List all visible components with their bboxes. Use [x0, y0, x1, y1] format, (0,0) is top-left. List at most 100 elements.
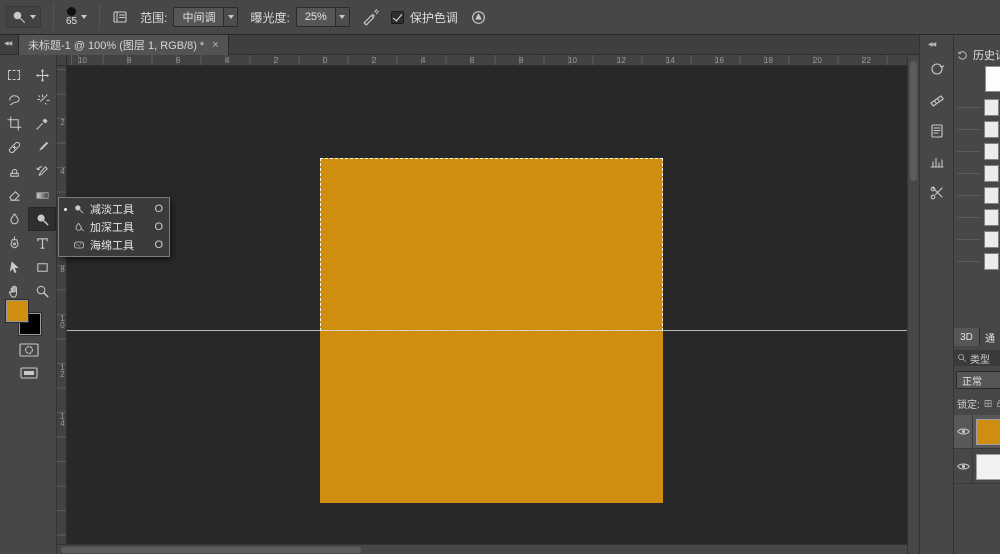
pen-tool[interactable]: [0, 231, 28, 255]
horizontal-scrollbar[interactable]: [57, 544, 907, 554]
vertical-scrollbar-thumb[interactable]: [910, 61, 917, 181]
ruler-label: 2: [372, 56, 377, 65]
screen-mode-icon[interactable]: [19, 367, 38, 379]
right-dock-collapse-button[interactable]: ◀◀: [928, 41, 936, 48]
clone-stamp-tool[interactable]: [0, 159, 28, 183]
tab-3d[interactable]: 3D: [954, 328, 980, 346]
ruler-label: 12: [617, 56, 626, 65]
flyout-item-sponge[interactable]: 海绵工具 O: [59, 236, 169, 254]
brush-icon: [38, 141, 48, 151]
brush-tool[interactable]: [28, 135, 56, 159]
document-title: 未标题-1 @ 100% (图层 1, RGB/8) *: [28, 40, 205, 52]
flyout-item-label: 海绵工具: [90, 240, 134, 252]
pressure-size-icon[interactable]: [470, 9, 487, 26]
layer-thumbnail[interactable]: [976, 418, 1000, 445]
close-tab-button[interactable]: ×: [212, 39, 218, 51]
history-panel-header[interactable]: 历史记录: [957, 47, 1000, 63]
eraser-tool[interactable]: [0, 183, 28, 207]
flyout-item-burn[interactable]: 加深工具 O: [59, 218, 169, 236]
history-state-row[interactable]: [954, 163, 1000, 185]
layer-visibility-toggle[interactable]: [954, 415, 974, 448]
left-dock-collapse-button[interactable]: ◀◀: [4, 40, 12, 47]
layer-row-2[interactable]: [954, 450, 1000, 484]
type-tool[interactable]: [28, 231, 56, 255]
lock-all-icon[interactable]: [996, 399, 1000, 408]
shape-tool[interactable]: [28, 255, 56, 279]
measure-panel-button[interactable]: [925, 90, 949, 110]
ruler-label: 8: [127, 56, 132, 65]
flyout-item-label: 减淡工具: [90, 204, 134, 216]
layer-visibility-toggle[interactable]: [954, 450, 974, 483]
dodge-tool-icon: [13, 11, 26, 24]
magic-wand-icon: [36, 93, 50, 105]
history-snapshot-thumbnail[interactable]: [985, 66, 1000, 92]
history-state-row[interactable]: [954, 207, 1000, 229]
blend-mode-dropdown[interactable]: 正常: [956, 371, 1000, 389]
horizontal-ruler: 10 8 6 4 2 0 2 4 6 8 10 12 14 16 18 20 22: [67, 55, 907, 66]
ruler-label: 10: [58, 314, 67, 328]
ruler-label: 20: [813, 56, 822, 65]
toggle-brush-panel-icon[interactable]: [112, 9, 128, 25]
eyedropper-icon: [35, 117, 48, 130]
path-selection-tool[interactable]: [0, 255, 28, 279]
brush-preset-picker[interactable]: 65: [66, 7, 88, 27]
flyout-item-dodge[interactable]: 减淡工具 O: [59, 200, 169, 218]
ruler-label: 14: [666, 56, 675, 65]
crop-tool[interactable]: [0, 111, 28, 135]
scissors-icon: [930, 186, 943, 200]
history-state-row[interactable]: [954, 185, 1000, 207]
range-label: 范围:: [140, 10, 168, 25]
dodge-tool[interactable]: [28, 207, 56, 231]
history-state-row[interactable]: [954, 251, 1000, 273]
ruler-label: 18: [764, 56, 773, 65]
range-value: 中间调: [182, 12, 216, 24]
ruler-label: 10: [78, 56, 87, 65]
layer-filter-row[interactable]: 类型: [954, 350, 1000, 366]
horizontal-scrollbar-thumb[interactable]: [61, 547, 361, 553]
slice-panel-button[interactable]: [925, 183, 949, 203]
color-swatches: [6, 300, 50, 340]
vertical-scrollbar[interactable]: [907, 55, 919, 554]
chevron-down-icon: [81, 15, 88, 19]
lasso-icon: [8, 94, 20, 105]
range-dropdown[interactable]: 中间调: [173, 7, 239, 27]
history-state-row[interactable]: [954, 229, 1000, 251]
tab-channels[interactable]: 通: [980, 328, 1000, 346]
notes-panel-button[interactable]: [925, 121, 949, 141]
history-brush-tool[interactable]: [28, 159, 56, 183]
canvas-workspace[interactable]: [67, 66, 907, 544]
separator: [53, 4, 54, 30]
protect-tones-checkbox[interactable]: [390, 10, 404, 24]
quick-mask-icon[interactable]: [18, 343, 39, 357]
brush-preview: 65: [66, 7, 77, 27]
rectangular-marquee-tool[interactable]: [0, 63, 28, 87]
tool-preset-picker[interactable]: [6, 6, 41, 28]
gradient-tool[interactable]: [28, 183, 56, 207]
eye-icon: [956, 428, 970, 435]
healing-brush-tool[interactable]: [0, 135, 28, 159]
layer-row-1[interactable]: [954, 415, 1000, 449]
history-brush-icon: [35, 165, 48, 176]
lock-transparency-icon[interactable]: [984, 399, 992, 408]
exposure-dropdown[interactable]: 25%: [295, 7, 350, 27]
rotate-view-panel-button[interactable]: [925, 59, 949, 79]
history-state-row[interactable]: [954, 119, 1000, 141]
document-tab[interactable]: 未标题-1 @ 100% (图层 1, RGB/8) * ×: [18, 35, 229, 55]
blur-tool[interactable]: [0, 207, 28, 231]
vertical-ruler: 2468101214: [57, 66, 67, 544]
airbrush-icon[interactable]: [362, 8, 379, 26]
histogram-panel-button[interactable]: [925, 152, 949, 172]
layer-thumbnail[interactable]: [976, 453, 1000, 480]
eyedropper-tool[interactable]: [28, 111, 56, 135]
magic-wand-tool[interactable]: [28, 87, 56, 111]
document-tab-bar: ◀◀ 未标题-1 @ 100% (图层 1, RGB/8) * ×: [0, 35, 1000, 55]
history-state-row[interactable]: [954, 97, 1000, 119]
lasso-tool[interactable]: [0, 87, 28, 111]
move-tool[interactable]: [28, 63, 56, 87]
selection-arrow-icon: [9, 260, 19, 273]
blend-mode-value: 正常: [962, 376, 982, 388]
ruler-origin-corner[interactable]: [57, 55, 67, 66]
foreground-color-swatch[interactable]: [6, 300, 28, 322]
history-state-row[interactable]: [954, 141, 1000, 163]
brush-size-value: 65: [66, 16, 78, 27]
